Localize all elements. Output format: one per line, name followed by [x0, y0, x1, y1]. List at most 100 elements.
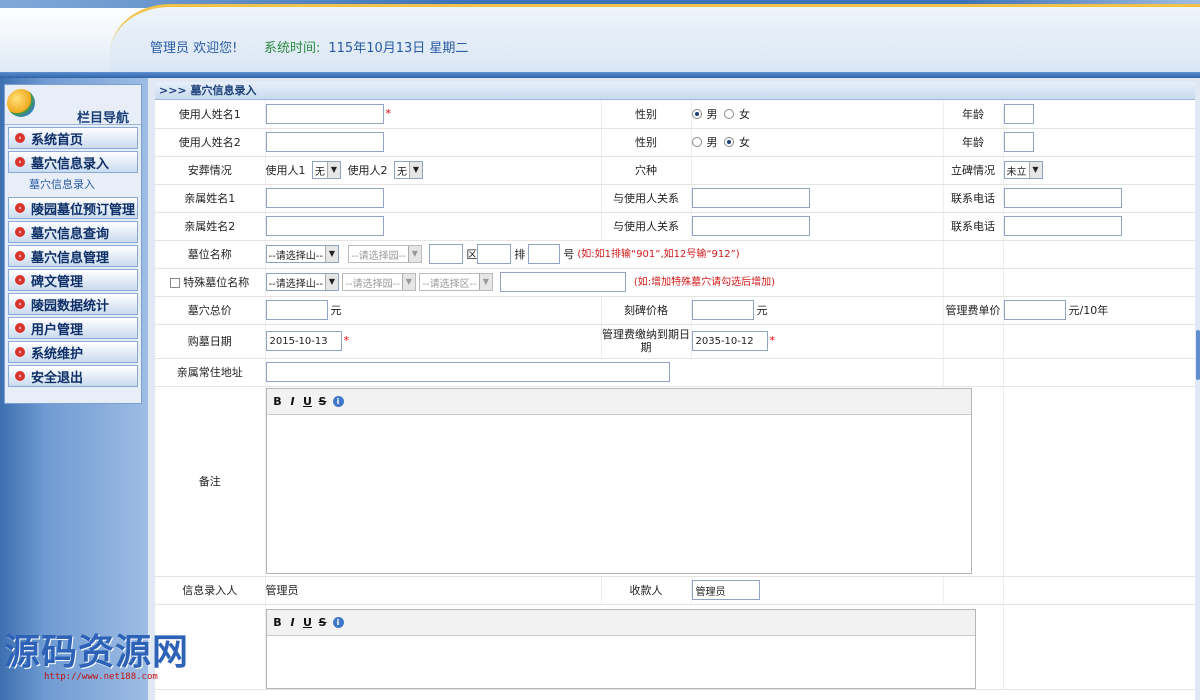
plot-garden-select[interactable]: --请选择园-- ▼: [348, 245, 422, 263]
header-bottom-bar: [0, 72, 1200, 78]
relation2-input[interactable]: [691, 216, 810, 236]
form-cell: [1003, 324, 1195, 359]
sidebar-item-maintenance[interactable]: › 系统维护: [8, 341, 138, 363]
italic-button[interactable]: I: [288, 616, 298, 629]
special-plot-checkbox[interactable]: [170, 278, 181, 288]
sidebar-item-home[interactable]: › 系统首页: [8, 127, 138, 149]
underline-button[interactable]: U: [303, 395, 313, 408]
form-cell: [691, 212, 944, 241]
gender1-male-radio[interactable]: [691, 108, 702, 119]
editor-toolbar: B I U S i: [266, 609, 975, 636]
special-plot-input[interactable]: [500, 272, 627, 292]
burial-user1-select[interactable]: 无 ▼: [312, 161, 341, 179]
strikethrough-button[interactable]: S: [318, 616, 328, 629]
select-value: --请选择园--: [345, 278, 400, 290]
total-price-label: 墓穴总价: [155, 296, 266, 325]
entry-person-value: 管理员: [265, 576, 602, 605]
payee-input[interactable]: [691, 580, 760, 600]
nav-logo-icon: [7, 89, 35, 117]
strikethrough-button[interactable]: S: [318, 395, 328, 408]
form-cell: [1003, 240, 1195, 269]
form-cell: [691, 184, 944, 213]
sidebar: 栏目导航 › 系统首页 › 墓穴信息录入 墓穴信息录入 › 陵园墓位预订管理 › 墓穴信…: [0, 78, 148, 700]
mgmt-due-input[interactable]: [691, 331, 768, 351]
purchase-date-input[interactable]: [265, 331, 342, 351]
watermark-text: 源码资源网: [4, 631, 190, 673]
sidebar-item-logout[interactable]: › 安全退出: [8, 365, 138, 387]
sidebar-item-tomb-manage[interactable]: › 墓穴信息管理: [8, 245, 138, 267]
form-cell: [1003, 268, 1195, 297]
address-input[interactable]: [265, 362, 670, 382]
sidebar-item-statistics[interactable]: › 陵园数据统计: [8, 293, 138, 315]
burial-user2-select[interactable]: 无 ▼: [394, 161, 423, 179]
user2-name-input[interactable]: [265, 132, 384, 152]
entry-person-label: 信息录入人: [155, 576, 266, 605]
sidebar-item-epitaph[interactable]: › 碑文管理: [8, 269, 138, 291]
form-row: B I U S i: [155, 604, 1195, 690]
welcome-text: 管理员 欢迎您!: [150, 41, 238, 56]
required-mark: *: [343, 334, 350, 347]
age1-label: 年龄: [943, 100, 1004, 129]
special-area-select[interactable]: --请选择区-- ▼: [419, 273, 493, 291]
form-row: 信息录入人 管理员 收款人: [155, 576, 1195, 605]
form-cell: [265, 184, 602, 213]
user1-name-input[interactable]: [265, 103, 384, 124]
scrollbar-handle[interactable]: [1196, 330, 1200, 380]
mgmt-fee-input[interactable]: [1003, 300, 1066, 320]
sidebar-item-tomb-entry[interactable]: › 墓穴信息录入: [8, 151, 138, 173]
form-cell: 特殊墓位名称: [155, 268, 266, 297]
system-time-label: 系统时间:: [264, 41, 321, 56]
stele-select[interactable]: 未立 ▼: [1003, 161, 1043, 179]
remark-textarea[interactable]: [267, 415, 971, 573]
male-label: 男: [706, 107, 718, 121]
phone2-input[interactable]: [1003, 216, 1122, 236]
relation1-input[interactable]: [691, 188, 810, 208]
gender1-female-radio[interactable]: [724, 108, 734, 119]
sidebar-header: 栏目导航: [5, 85, 141, 126]
form-cell: [1003, 128, 1195, 157]
burial-user2-label: 使用人2: [347, 164, 388, 177]
special-mountain-select[interactable]: --请选择山-- ▼: [265, 273, 339, 291]
sidebar-item-label: 碑文管理: [31, 274, 84, 290]
special-plot-hint: (如:增加特殊墓穴请勾选后增加): [633, 277, 775, 288]
form-cell: 未立 ▼: [1003, 156, 1195, 185]
plot-area-input[interactable]: [429, 244, 464, 264]
watermark: 源码资源网 http://www.net188.com: [4, 632, 214, 694]
male-label: 男: [706, 136, 718, 149]
sidebar-item-tomb-query[interactable]: › 墓穴信息查询: [8, 221, 138, 243]
bold-button[interactable]: B: [273, 395, 283, 408]
sidebar-panel: 栏目导航 › 系统首页 › 墓穴信息录入 墓穴信息录入 › 陵园墓位预订管理 › 墓穴信…: [4, 84, 142, 404]
phone1-input[interactable]: [1003, 188, 1122, 208]
plot-row-input[interactable]: [477, 244, 512, 264]
info-icon[interactable]: i: [332, 616, 344, 628]
sidebar-subitem-tomb-entry[interactable]: 墓穴信息录入: [5, 175, 141, 195]
total-price-input[interactable]: [265, 300, 328, 320]
relative1-input[interactable]: [265, 188, 384, 208]
chevron-down-icon: ▼: [1028, 162, 1042, 178]
row-unit: 排: [514, 248, 526, 261]
form-cell: [943, 240, 1004, 269]
burial-label: 安葬情况: [155, 156, 266, 185]
underline-button[interactable]: U: [303, 616, 313, 629]
sidebar-item-reservation[interactable]: › 陵园墓位预订管理: [8, 197, 138, 219]
plot-mountain-select[interactable]: --请选择山-- ▼: [265, 245, 339, 263]
plot-number-input[interactable]: [528, 244, 561, 264]
payee-label: 收款人: [601, 576, 692, 605]
number-unit: 号: [563, 248, 575, 261]
gender2-male-radio[interactable]: [691, 137, 702, 147]
relative2-input[interactable]: [265, 216, 384, 236]
sidebar-item-label: 系统维护: [31, 346, 84, 362]
gender2-label: 性别: [601, 128, 692, 157]
age1-input[interactable]: [1003, 103, 1034, 124]
age2-input[interactable]: [1003, 132, 1034, 152]
sidebar-item-users[interactable]: › 用户管理: [8, 317, 138, 339]
form-cell: [1003, 100, 1195, 129]
gender2-female-radio[interactable]: [724, 137, 734, 147]
watermark-url: http://www.net188.com: [44, 672, 158, 682]
carve-price-input[interactable]: [691, 300, 754, 320]
bold-button[interactable]: B: [273, 616, 283, 629]
info-icon[interactable]: i: [332, 396, 344, 407]
form-cell: [943, 576, 1004, 605]
italic-button[interactable]: I: [288, 395, 298, 408]
special-garden-select[interactable]: --请选择园-- ▼: [342, 273, 416, 291]
